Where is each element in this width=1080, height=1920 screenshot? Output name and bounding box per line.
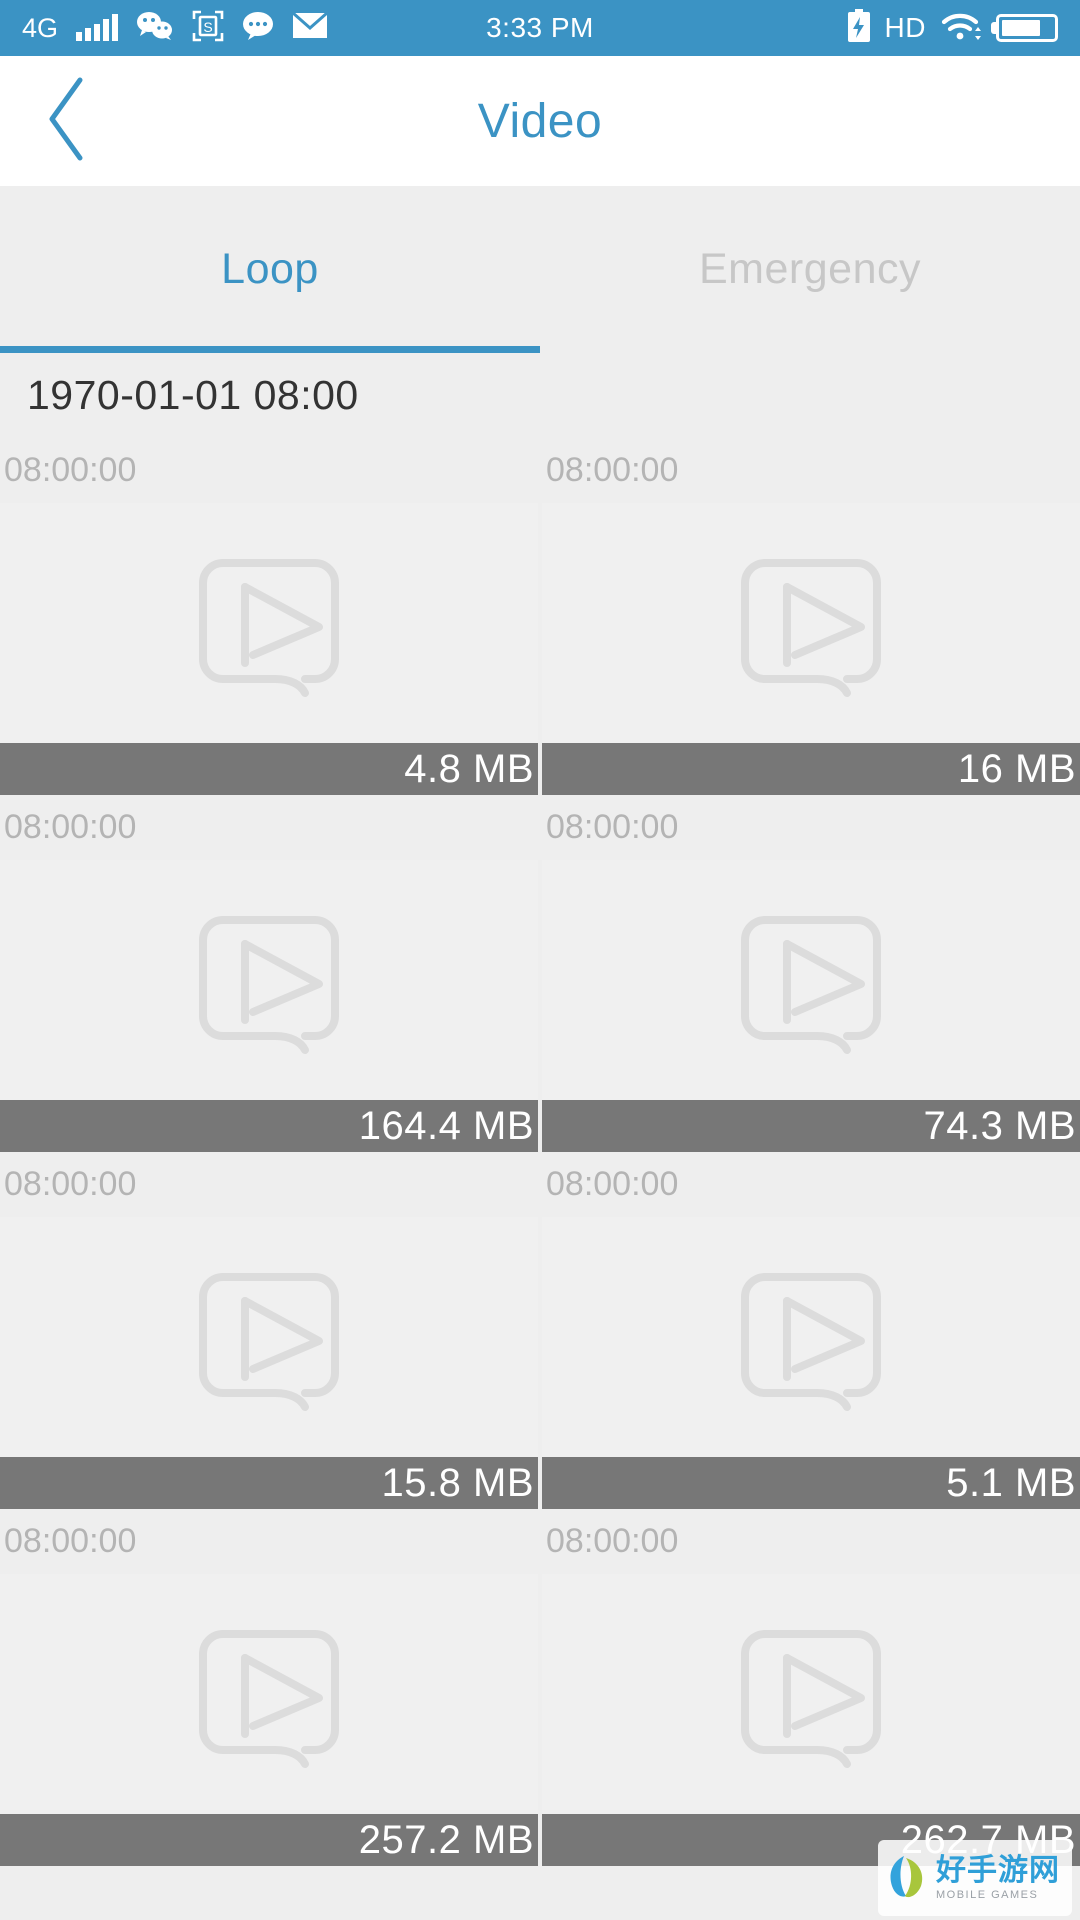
signal-bars-icon [76,14,119,41]
watermark-text: 好手游网 MOBILE GAMES [936,1853,1060,1901]
status-bar-left: 4G S [22,10,329,47]
video-play-placeholder-icon [741,1630,881,1768]
battery-charging-icon [847,8,871,48]
video-item-time: 08:00:00 [0,1152,538,1217]
video-thumbnail[interactable] [0,1217,538,1457]
tab-emergency[interactable]: Emergency [540,186,1080,353]
video-item-time: 08:00:00 [542,1152,1080,1217]
video-size-bar: 257.2 MB [0,1814,538,1866]
video-size-label: 5.1 MB [946,1461,1076,1505]
hd-label: HD [884,12,926,43]
video-grid-item[interactable]: 08:00:00 74.3 MB [542,795,1080,1152]
video-size-bar: 74.3 MB [542,1100,1080,1152]
tab-loop[interactable]: Loop [0,186,540,353]
video-play-placeholder-icon [741,1273,881,1411]
network-type-label: 4G [22,12,59,43]
video-size-bar: 4.8 MB [0,743,538,795]
video-item-time: 08:00:00 [542,438,1080,503]
tab-loop-label: Loop [221,245,319,293]
video-play-placeholder-icon [741,916,881,1054]
clock-label: 3:33 PM [486,12,594,43]
site-watermark: 好手游网 MOBILE GAMES [878,1840,1072,1916]
video-grid-item[interactable]: 08:00:00 4.8 MB [0,438,538,795]
page-title: Video [477,94,603,148]
tab-active-indicator [0,346,540,353]
date-group-header: 1970-01-01 08:00 [0,353,1080,438]
wechat-icon [136,11,174,46]
video-list-scroll-area[interactable]: 08:00:00 4.8 MB 08:00:00 16 MB 08:00:00 16… [0,438,1080,1920]
battery-icon [996,14,1058,42]
video-size-label: 74.3 MB [923,1104,1076,1148]
video-item-time: 08:00:00 [542,795,1080,860]
wifi-icon [940,10,982,47]
watermark-cn-label: 好手游网 [936,1853,1060,1887]
video-size-bar: 5.1 MB [542,1457,1080,1509]
video-play-placeholder-icon [199,916,339,1054]
video-size-label: 257.2 MB [358,1818,534,1862]
video-item-time: 08:00:00 [542,1509,1080,1574]
video-grid-item[interactable]: 08:00:00 262.7 MB [542,1509,1080,1866]
video-size-label: 4.8 MB [404,747,534,791]
video-size-bar: 16 MB [542,743,1080,795]
tab-emergency-label: Emergency [699,245,921,293]
video-item-time: 08:00:00 [0,1509,538,1574]
nav-bar: Video [0,56,1080,186]
video-grid-item[interactable]: 08:00:00 257.2 MB [0,1509,538,1866]
status-bar: 4G S 3:33 PM HD [0,0,1080,56]
video-size-bar: 15.8 MB [0,1457,538,1509]
leaf-logo-icon [886,1852,928,1905]
screenshot-s-icon: S [192,10,224,47]
video-thumbnail[interactable] [0,503,538,743]
svg-text:S: S [203,19,212,35]
video-thumbnail[interactable] [542,1574,1080,1814]
video-grid-item[interactable]: 08:00:00 16 MB [542,438,1080,795]
tab-bar: Loop Emergency [0,186,1080,353]
video-item-time: 08:00:00 [0,438,538,503]
video-item-time: 08:00:00 [0,795,538,860]
video-grid-item[interactable]: 08:00:00 15.8 MB [0,1152,538,1509]
video-thumbnail[interactable] [542,1217,1080,1457]
chat-bubble-icon [242,11,274,46]
video-play-placeholder-icon [199,1273,339,1411]
video-grid-item[interactable]: 08:00:00 164.4 MB [0,795,538,1152]
video-size-bar: 164.4 MB [0,1100,538,1152]
video-grid: 08:00:00 4.8 MB 08:00:00 16 MB 08:00:00 16… [0,438,1080,1866]
status-bar-right: HD [847,8,1058,48]
video-thumbnail[interactable] [542,860,1080,1100]
video-size-label: 15.8 MB [381,1461,534,1505]
video-play-placeholder-icon [741,559,881,697]
video-size-label: 164.4 MB [358,1104,534,1148]
video-thumbnail[interactable] [0,860,538,1100]
mail-icon [292,11,329,44]
watermark-en-label: MOBILE GAMES [936,1888,1039,1901]
video-thumbnail[interactable] [542,503,1080,743]
video-thumbnail[interactable] [0,1574,538,1814]
video-size-label: 16 MB [957,747,1076,791]
video-play-placeholder-icon [199,1630,339,1768]
video-play-placeholder-icon [199,559,339,697]
video-grid-item[interactable]: 08:00:00 5.1 MB [542,1152,1080,1509]
